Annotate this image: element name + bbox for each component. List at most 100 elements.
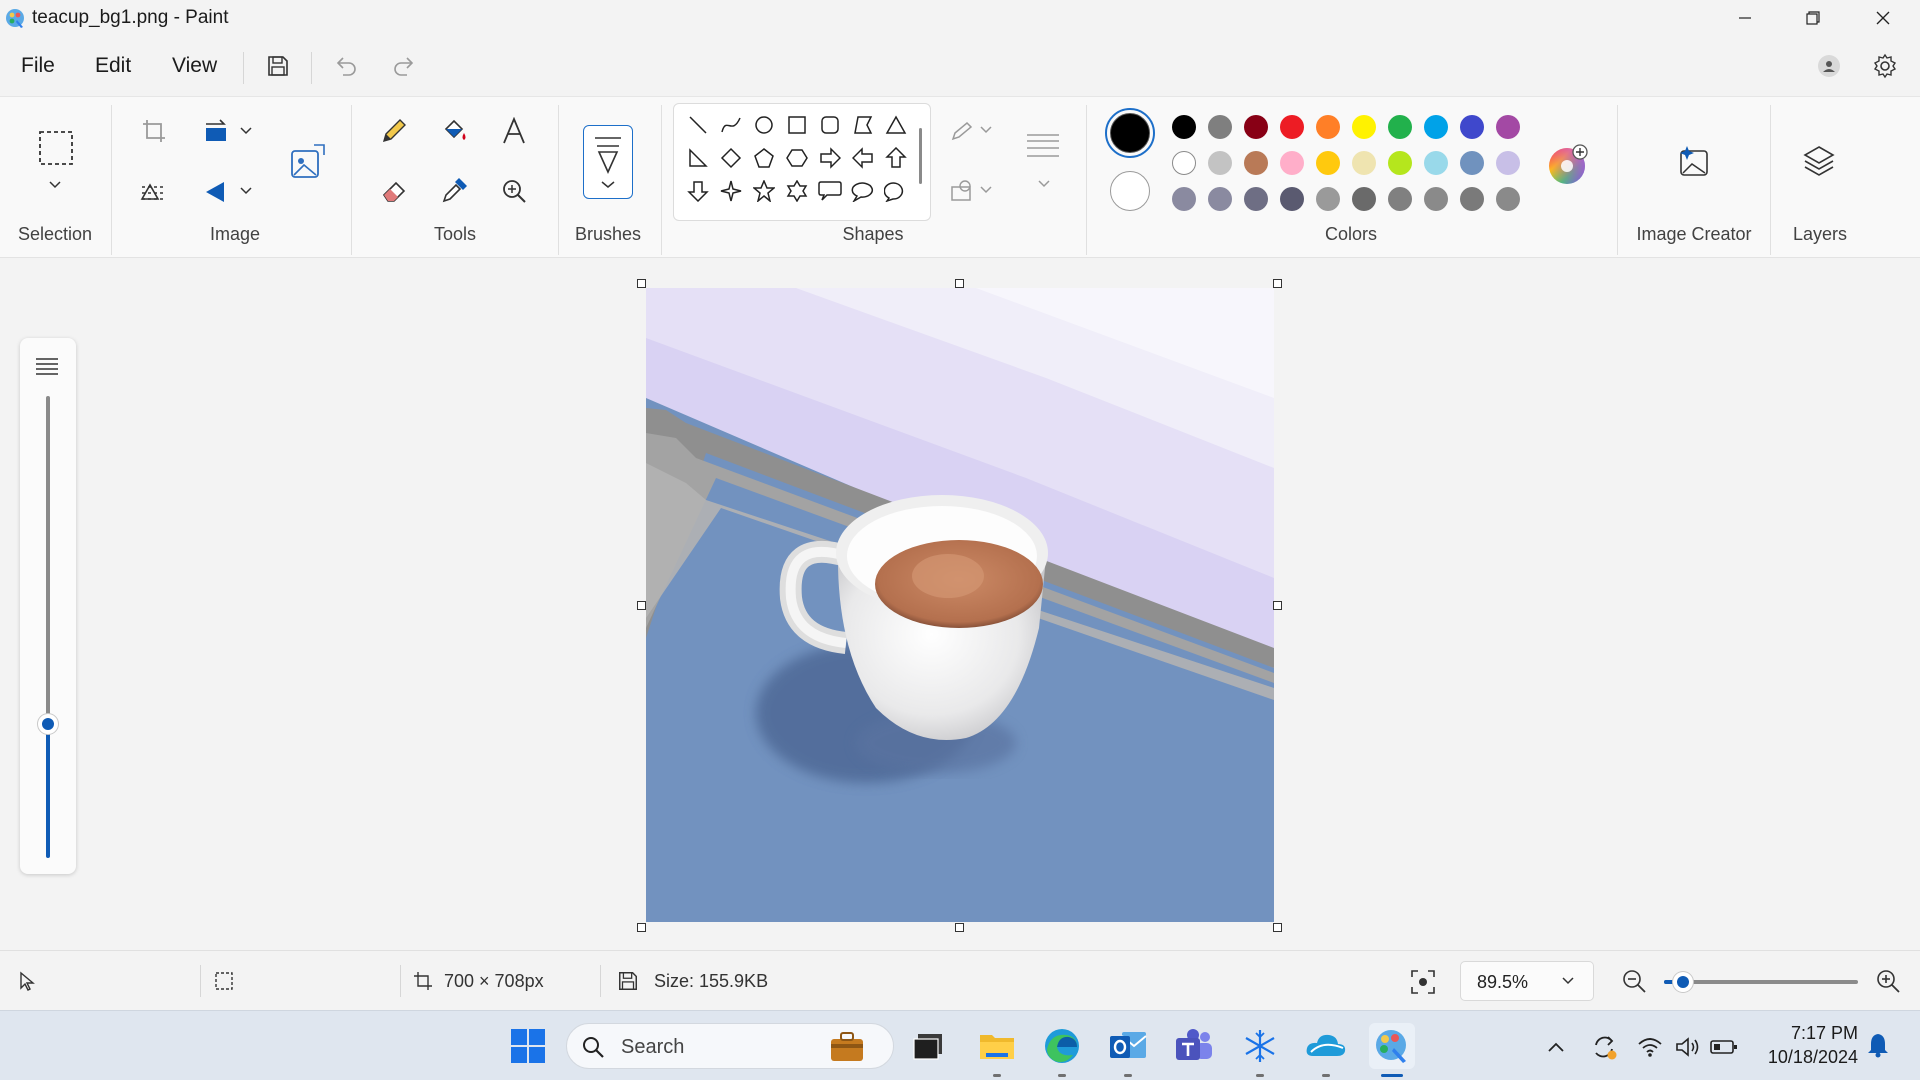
shape-pentagon[interactable]	[749, 143, 779, 173]
resize-handle[interactable]	[955, 279, 964, 288]
account-button[interactable]	[1809, 46, 1849, 86]
shape-down-arrow[interactable]	[683, 176, 713, 206]
battery-tray-button[interactable]	[1710, 1033, 1738, 1061]
color-swatch[interactable]	[1280, 151, 1304, 175]
taskbar-search[interactable]: Search	[566, 1023, 894, 1069]
resize-button[interactable]	[196, 111, 236, 151]
color-swatch[interactable]	[1424, 151, 1448, 175]
undo-button[interactable]	[326, 46, 366, 86]
color-swatch[interactable]	[1388, 187, 1412, 211]
volume-tray-button[interactable]	[1674, 1033, 1702, 1061]
resize-handle[interactable]	[637, 923, 646, 932]
onedrive-button[interactable]	[1303, 1023, 1349, 1077]
zoom-dropdown[interactable]: 89.5%	[1460, 961, 1594, 1001]
resize-handle[interactable]	[637, 601, 646, 610]
settings-button[interactable]	[1865, 46, 1905, 86]
show-hidden-icons-button[interactable]	[1542, 1033, 1570, 1061]
wifi-tray-button[interactable]	[1636, 1033, 1664, 1061]
magnifier-tool[interactable]	[494, 171, 534, 211]
notifications-button[interactable]	[1864, 1031, 1892, 1059]
zoom-in-icon[interactable]	[1874, 967, 1902, 995]
resize-handle[interactable]	[1273, 923, 1282, 932]
zoom-slider-track[interactable]	[1664, 980, 1858, 984]
color-picker-tool[interactable]	[434, 171, 474, 211]
resize-handle[interactable]	[1273, 601, 1282, 610]
shape-left-arrow[interactable]	[848, 143, 878, 173]
menu-edit[interactable]: Edit	[95, 54, 131, 78]
menu-view[interactable]: View	[172, 54, 217, 78]
fit-to-window-icon[interactable]	[1410, 969, 1436, 995]
color-swatch[interactable]	[1172, 187, 1196, 211]
color-swatch[interactable]	[1496, 187, 1520, 211]
shape-diamond[interactable]	[716, 143, 746, 173]
color-swatch[interactable]	[1388, 151, 1412, 175]
pencil-tool[interactable]	[374, 111, 414, 151]
color-swatch[interactable]	[1172, 151, 1196, 175]
resize-handle[interactable]	[955, 923, 964, 932]
shape-rounded-callout[interactable]	[815, 176, 845, 206]
selection-dropdown[interactable]	[35, 173, 75, 197]
minimize-button[interactable]	[1710, 0, 1780, 36]
shape-five-point-star[interactable]	[749, 176, 779, 206]
shape-cloud-callout[interactable]	[881, 176, 911, 206]
color-swatch[interactable]	[1280, 115, 1304, 139]
shape-oval[interactable]	[749, 110, 779, 140]
paint-taskbar-button[interactable]	[1369, 1023, 1415, 1077]
color-swatch[interactable]	[1208, 151, 1232, 175]
sync-tray-button[interactable]	[1590, 1033, 1618, 1061]
shape-curve[interactable]	[716, 110, 746, 140]
color-swatch[interactable]	[1460, 187, 1484, 211]
color-swatch[interactable]	[1316, 151, 1340, 175]
resize-handle[interactable]	[637, 279, 646, 288]
shape-oval-callout[interactable]	[848, 176, 878, 206]
rotate-dropdown[interactable]	[234, 171, 258, 211]
secondary-color[interactable]	[1110, 171, 1150, 211]
color-swatch[interactable]	[1316, 187, 1340, 211]
color-swatch[interactable]	[1244, 151, 1268, 175]
color-swatch[interactable]	[1424, 187, 1448, 211]
zoom-out-icon[interactable]	[1620, 967, 1648, 995]
stroke-size-button[interactable]	[1022, 125, 1066, 165]
close-button[interactable]	[1848, 0, 1918, 36]
text-tool[interactable]	[494, 111, 534, 151]
shape-up-arrow[interactable]	[881, 143, 911, 173]
shape-right-arrow[interactable]	[815, 143, 845, 173]
shape-rectangle[interactable]	[782, 110, 812, 140]
edit-colors-button[interactable]	[1546, 143, 1590, 187]
color-swatch[interactable]	[1352, 115, 1376, 139]
slider-thumb[interactable]	[38, 714, 58, 734]
color-swatch[interactable]	[1352, 151, 1376, 175]
color-swatch[interactable]	[1316, 115, 1340, 139]
restore-button[interactable]	[1778, 0, 1848, 36]
outline-button[interactable]	[944, 111, 1004, 151]
color-swatch[interactable]	[1496, 151, 1520, 175]
color-swatch[interactable]	[1280, 187, 1304, 211]
brush-size-slider[interactable]	[20, 338, 76, 874]
fill-tool[interactable]	[434, 111, 474, 151]
color-swatch[interactable]	[1208, 115, 1232, 139]
edge-button[interactable]	[1039, 1023, 1085, 1077]
color-swatch[interactable]	[1244, 187, 1268, 211]
file-explorer-button[interactable]	[974, 1023, 1020, 1077]
teams-button[interactable]	[1171, 1023, 1217, 1069]
stroke-size-dropdown[interactable]	[1024, 171, 1064, 197]
drawing-canvas[interactable]	[646, 288, 1274, 922]
eraser-tool[interactable]	[374, 171, 414, 211]
color-swatch[interactable]	[1424, 115, 1448, 139]
color-swatch[interactable]	[1208, 187, 1232, 211]
color-swatch[interactable]	[1460, 151, 1484, 175]
image-edit-button[interactable]	[288, 141, 328, 181]
color-swatch[interactable]	[1496, 115, 1520, 139]
color-swatch[interactable]	[1388, 115, 1412, 139]
save-button[interactable]	[258, 46, 298, 86]
shape-triangle[interactable]	[881, 110, 911, 140]
color-swatch[interactable]	[1244, 115, 1268, 139]
redo-button[interactable]	[384, 46, 424, 86]
shape-line[interactable]	[683, 110, 713, 140]
outlook-button[interactable]	[1105, 1023, 1151, 1077]
shape-hexagon[interactable]	[782, 143, 812, 173]
resize-handle[interactable]	[1273, 279, 1282, 288]
clock[interactable]: 7:17 PM 10/18/2024	[1752, 1021, 1858, 1069]
resize-dropdown[interactable]	[234, 111, 258, 151]
fill-style-button[interactable]	[944, 171, 1004, 211]
